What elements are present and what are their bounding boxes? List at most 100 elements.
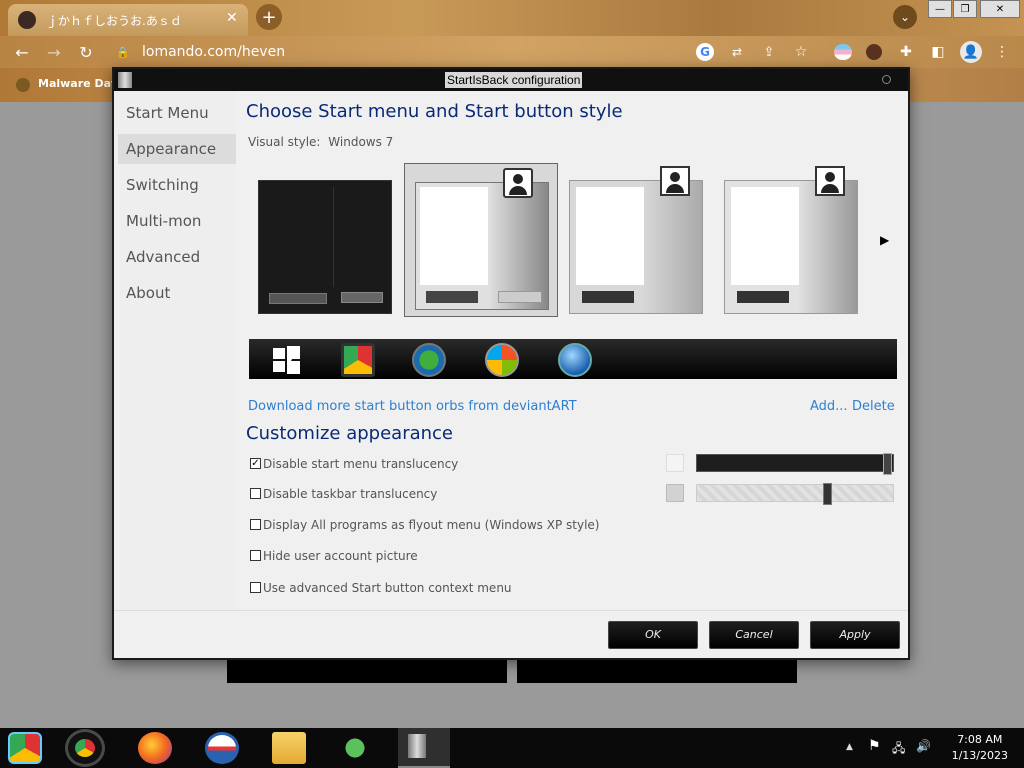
google-icon[interactable]: G [696,43,714,61]
nav-start-menu[interactable]: Start Menu [118,98,236,128]
thumb-shutdown-icon [737,291,789,303]
start-orb-bar [249,339,897,379]
option-label: Display All programs as flyout menu (Win… [263,518,600,532]
tray-overflow-icon[interactable]: ▲ [846,742,853,752]
clover-orb-icon[interactable] [412,343,446,377]
maximize-button[interactable]: ❐ [953,0,977,18]
tab-favicon-icon [18,11,36,29]
firefox-taskbar-icon[interactable] [138,732,172,764]
browser-toolbar: ← → ↻ 🔒 lomando.com/heven G ⇄ ⇪ ☆ ✚ ◧ 👤 … [0,36,1024,68]
extension-avatar-icon[interactable] [866,44,882,60]
translate-icon[interactable]: ⇄ [728,43,746,61]
file-explorer-taskbar-icon[interactable] [272,732,306,764]
visual-style-label: Visual style: Windows 7 [248,135,393,149]
section-heading-customize: Customize appearance [246,423,453,444]
thumb-shutdown-icon [426,291,478,303]
browser-tab[interactable]: ｊかｈｆしおうお.あｓｄ ✕ [8,4,248,36]
nav-about[interactable]: About [118,278,236,308]
dialog-title: StartIsBack configuration [445,72,583,88]
extensions-puzzle-icon[interactable]: ✚ [896,42,916,62]
cancel-button[interactable]: Cancel [709,621,799,649]
nav-appearance[interactable]: Appearance [118,134,236,164]
taskbar-clock[interactable]: 7:08 AM 1/13/2023 [952,732,1008,764]
thumb-preview [415,182,549,310]
section-heading-style: Choose Start menu and Start button style [246,101,623,122]
mouse-cursor-icon [287,357,293,369]
user-picture-icon [815,166,845,196]
start-menu-color-swatch[interactable] [666,454,684,472]
new-tab-button[interactable]: + [256,4,282,30]
style-thumbnail-dark[interactable] [258,180,392,314]
thumb-shutdown-icon [341,292,383,303]
slider-thumb[interactable] [823,483,832,505]
checkbox-disable-start-translucency[interactable]: ✓ [250,458,261,469]
thumb-white-panel [420,187,488,285]
apply-button[interactable]: Apply [810,621,900,649]
style-thumbnail-classic[interactable] [569,166,703,314]
thumb-white-panel [576,187,644,285]
chrome-taskbar-icon[interactable] [65,729,105,767]
visual-style-caption: Visual style: [248,135,321,149]
share-icon[interactable]: ⇪ [760,43,778,61]
thumb-shutdown-icon [582,291,634,303]
checkbox-advanced-context-menu[interactable] [250,582,261,593]
checkbox-disable-taskbar-translucency[interactable] [250,488,261,499]
windows7-orb-icon[interactable] [558,343,592,377]
scroll-right-arrow-icon[interactable]: ▶ [880,233,889,247]
slider-thumb[interactable] [883,453,892,475]
checkbox-flyout-menu[interactable] [250,519,261,530]
delete-orb-link[interactable]: Delete [852,399,895,414]
volume-icon[interactable]: 🔊 [916,739,931,753]
app-icon [118,72,132,88]
windows-taskbar: ▲ ⚑ 🖧 🔊 [0,728,1024,768]
start-menu-opacity-slider[interactable] [696,453,894,475]
startisback-taskbar-icon[interactable] [398,728,450,768]
profile-icon[interactable]: 👤 [960,41,982,63]
network-users-taskbar-icon[interactable] [338,732,372,764]
chrome-canary-orb-icon[interactable] [8,732,42,764]
tab-close-icon[interactable]: ✕ [226,10,238,26]
thumb-shutdown-icon [498,291,542,303]
download-orbs-link[interactable]: Download more start button orbs from dev… [248,399,577,414]
nav-advanced[interactable]: Advanced [118,242,236,272]
network-icon[interactable]: 🖧 [892,739,905,760]
background-panel [227,660,507,683]
back-icon[interactable]: ← [10,40,34,64]
nav-multi-mon[interactable]: Multi-mon [118,206,236,236]
action-center-flag-icon[interactable]: ⚑ [868,738,881,754]
thumb-divider [333,187,334,287]
tab-title: ｊかｈｆしおうお.あｓｄ [46,14,182,28]
user-picture-icon [660,166,690,196]
windows-orb-icon[interactable] [269,343,303,377]
bookmark-favicon-icon [16,78,30,92]
ok-button[interactable]: OK [608,621,698,649]
style-thumbnail-plain[interactable] [724,166,858,314]
side-panel-icon[interactable]: ◧ [928,42,948,62]
style-thumbnail-windows7-selected[interactable] [404,163,558,317]
windows-xp-orb-icon[interactable] [485,343,519,377]
forward-icon[interactable]: → [42,40,66,64]
minimize-button[interactable]: — [928,0,952,18]
chrome-orb-icon[interactable] [341,343,375,377]
extension-flag-icon[interactable] [834,44,852,60]
option-label: Disable taskbar translucency [263,487,438,501]
option-label: Hide user account picture [263,549,418,563]
thumb-shutdown-icon [269,293,327,304]
footer-divider [114,610,908,611]
checkbox-hide-user-picture[interactable] [250,550,261,561]
taskbar-opacity-slider[interactable] [696,483,894,505]
obama-logo-taskbar-icon[interactable] [205,732,239,764]
bookmark-star-icon[interactable]: ☆ [792,43,810,61]
add-orb-link[interactable]: Add... [810,399,848,414]
chrome-menu-icon[interactable]: ⋮ [994,42,1010,62]
taskbar-color-swatch[interactable] [666,484,684,502]
lock-icon[interactable]: 🔒 [116,44,130,60]
address-bar[interactable]: lomando.com/heven [142,44,285,60]
reload-icon[interactable]: ↻ [74,40,98,64]
tab-search-icon[interactable]: ⌄ [893,5,917,29]
nav-switching[interactable]: Switching [118,170,236,200]
close-window-button[interactable]: ✕ [980,0,1020,18]
close-icon[interactable] [882,75,891,84]
dialog-titlebar[interactable]: StartIsBack configuration [114,69,908,91]
clock-date: 1/13/2023 [951,749,1008,762]
